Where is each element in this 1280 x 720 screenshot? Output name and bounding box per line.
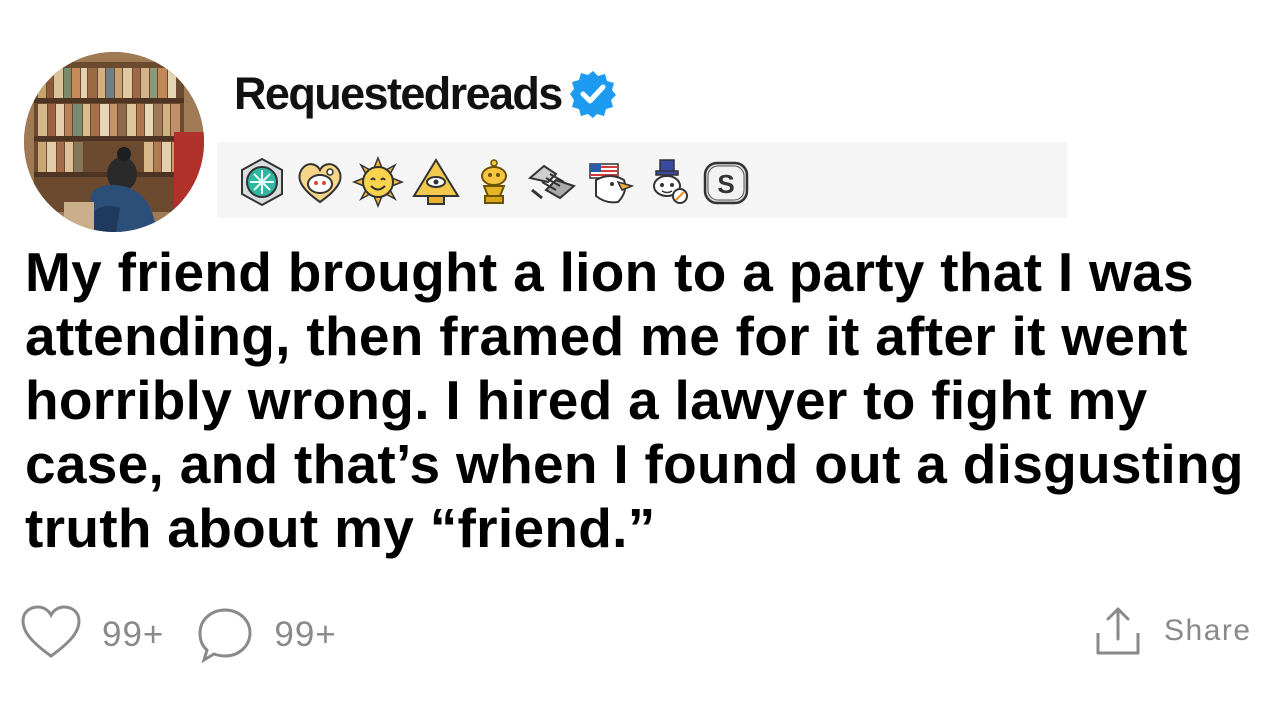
gold-trophy-snoo-award-icon[interactable]	[468, 156, 520, 208]
like-count: 99+	[102, 614, 165, 654]
heart-snoo-award-icon[interactable]	[294, 156, 346, 208]
comment-count: 99+	[274, 614, 337, 654]
snoo-tophat-award-icon[interactable]	[642, 156, 694, 208]
silver-s-award-icon[interactable]: S	[700, 156, 752, 208]
avatar[interactable]	[24, 52, 204, 232]
avatar-image	[24, 52, 204, 232]
handshake-award-icon[interactable]	[526, 156, 578, 208]
share-icon	[1096, 607, 1140, 655]
teal-gem-award-icon[interactable]	[236, 156, 288, 208]
post-actions: 99+ 99+	[20, 604, 337, 665]
sun-smile-award-icon[interactable]	[352, 156, 404, 208]
post-title[interactable]: My friend brought a lion to a party that…	[25, 240, 1270, 560]
svg-text:S: S	[717, 169, 734, 199]
share-label: Share	[1164, 614, 1252, 647]
username-row: Requestedreads	[234, 68, 618, 120]
verified-badge-icon	[568, 69, 618, 119]
like-button[interactable]	[20, 604, 82, 665]
share-button[interactable]: Share	[1094, 605, 1252, 657]
comment-button[interactable]: 99+	[196, 606, 336, 664]
username[interactable]: Requestedreads	[234, 68, 563, 120]
comment-icon	[198, 607, 252, 663]
heart-icon	[21, 605, 81, 658]
awards-row: S	[236, 156, 758, 208]
pyramid-eye-award-icon[interactable]	[410, 156, 462, 208]
eagle-flag-award-icon[interactable]	[584, 156, 636, 208]
